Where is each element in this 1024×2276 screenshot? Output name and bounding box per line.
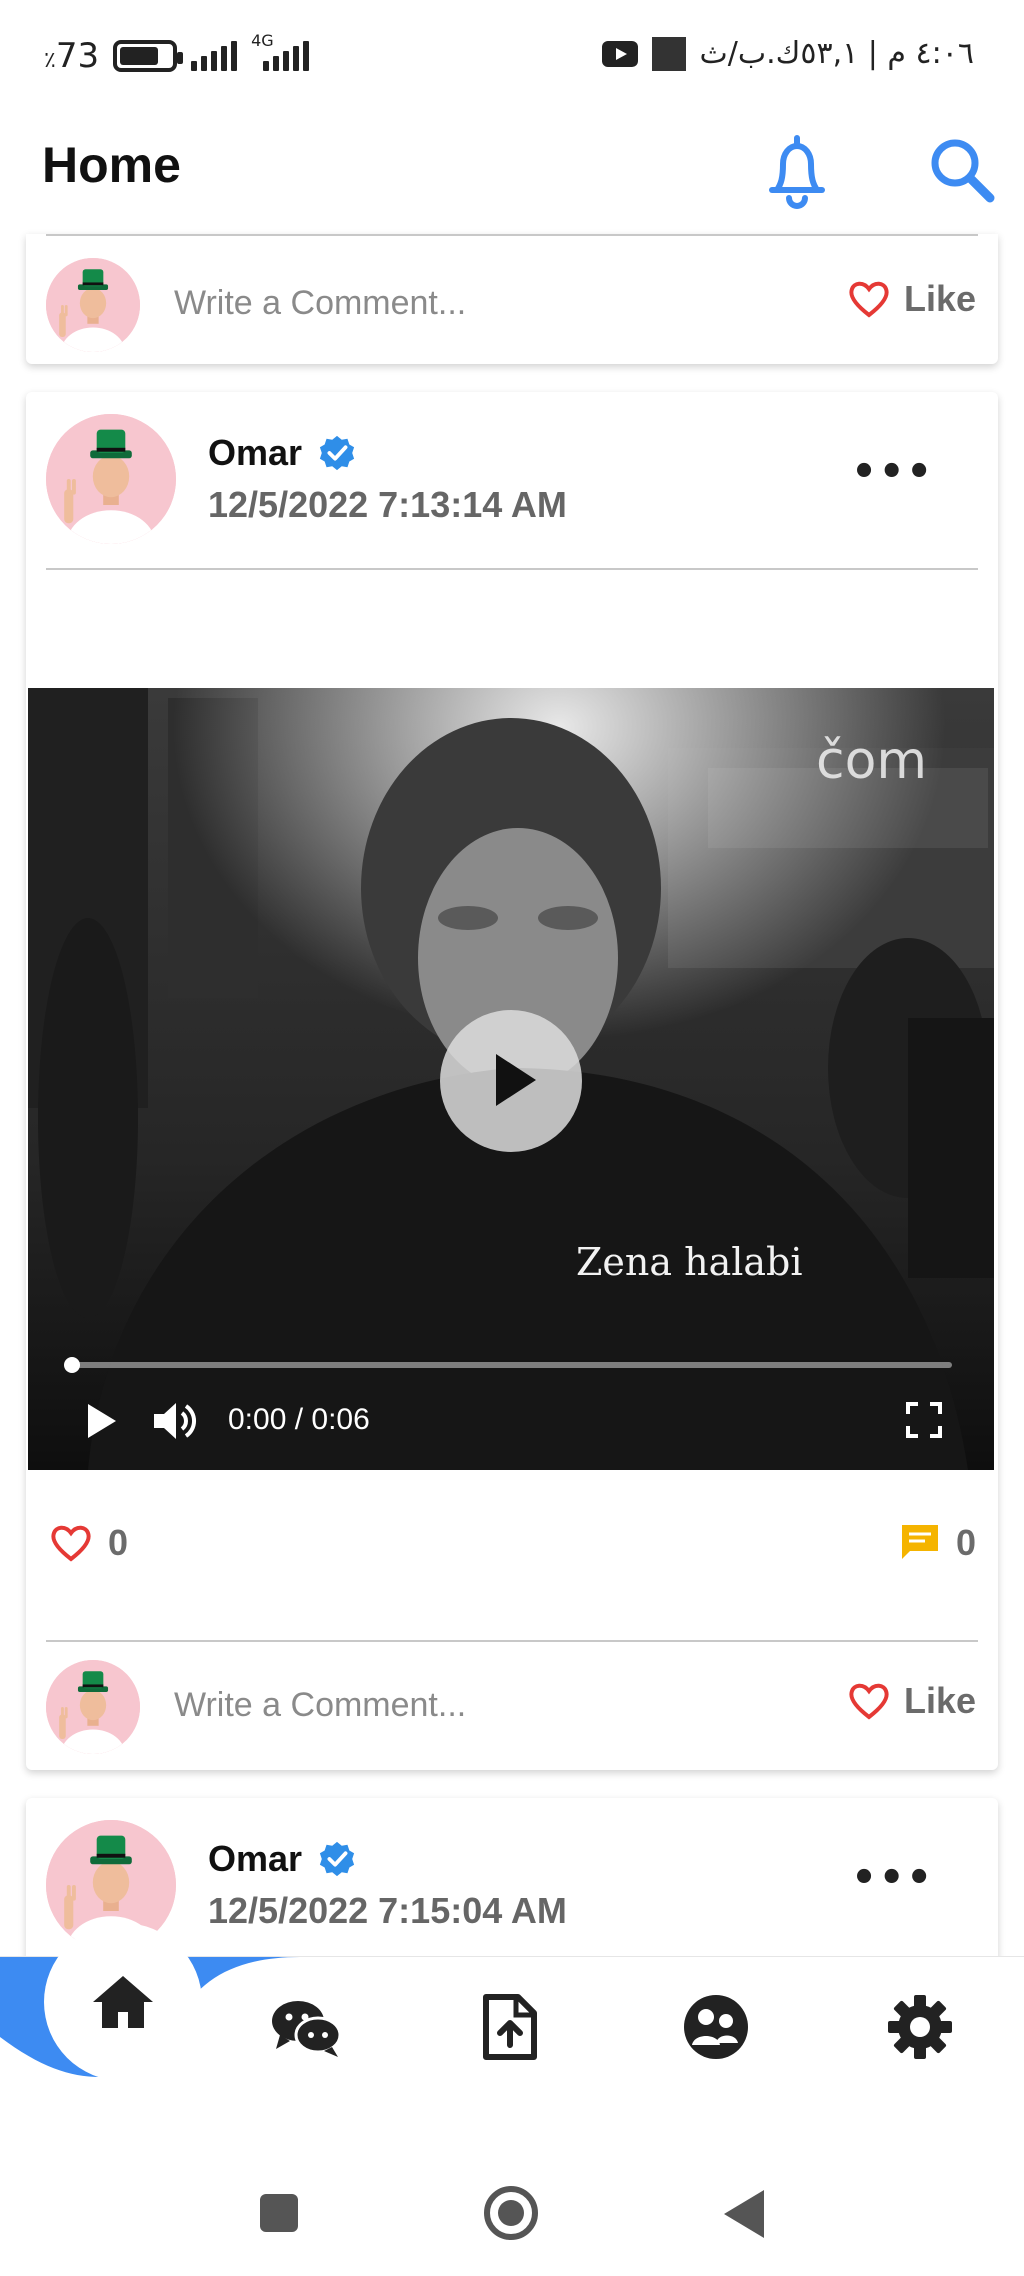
- progress-knob[interactable]: [64, 1357, 80, 1373]
- signal-icon: [191, 41, 238, 71]
- fullscreen-icon[interactable]: [906, 1402, 942, 1438]
- divider: [46, 1640, 978, 1642]
- bell-icon[interactable]: [762, 130, 832, 210]
- more-options-icon[interactable]: •••: [851, 1858, 934, 1898]
- likes-count-button[interactable]: 0: [50, 1522, 128, 1564]
- nav-settings-button[interactable]: [880, 1987, 960, 2067]
- likes-count: 0: [108, 1522, 129, 1563]
- comment-row: Write a Comment... Like: [26, 244, 998, 354]
- author-name-row[interactable]: Omar: [208, 432, 356, 474]
- video-progress-bar[interactable]: [64, 1357, 952, 1373]
- youtube-icon: [601, 40, 638, 67]
- group-icon: [684, 1995, 748, 2059]
- heart-icon: [849, 281, 889, 318]
- post-card-previous: Write a Comment... Like: [26, 234, 998, 364]
- comment-row: Write a Comment... Like: [26, 1646, 998, 1756]
- like-button[interactable]: Like: [848, 1680, 976, 1722]
- mobile-data-icon: 4G: [251, 31, 310, 71]
- back-button[interactable]: [724, 2190, 764, 2238]
- nav-groups-button[interactable]: [676, 1987, 756, 2067]
- home-icon: [93, 1976, 153, 2028]
- more-options-icon[interactable]: •••: [851, 452, 934, 492]
- comment-input[interactable]: Write a Comment...: [174, 1686, 466, 1725]
- like-label: Like: [903, 1680, 976, 1721]
- notification-square-icon: [651, 36, 686, 71]
- chat-icon: [272, 2001, 342, 2057]
- volume-icon[interactable]: [152, 1400, 198, 1442]
- search-icon[interactable]: [922, 130, 1002, 210]
- battery-percent: ٪73: [44, 36, 100, 76]
- comment-input[interactable]: Write a Comment...: [174, 284, 466, 323]
- post-card: Omar 12/5/2022 7:13:14 AM ••• čom: [26, 392, 998, 1770]
- post-stats: 0 0: [26, 1512, 998, 1592]
- author-name: Omar: [208, 432, 303, 473]
- status-bar: ٪73 4G ٤:٠٦ م | ٥٣,١ك.ب/ث: [0, 0, 1024, 112]
- nav-chat-button[interactable]: [266, 1987, 346, 2067]
- recent-apps-button[interactable]: [260, 2194, 298, 2232]
- author-avatar[interactable]: [46, 414, 176, 544]
- upload-file-icon: [483, 1994, 537, 2060]
- system-home-button[interactable]: [484, 2186, 538, 2240]
- status-clock: ٤:٠٦ م | ٥٣,١ك.ب/ث: [699, 36, 975, 71]
- status-left: ٪73 4G: [44, 31, 310, 76]
- comment-icon: [901, 1525, 938, 1559]
- video-player[interactable]: čom Zena halabi 0:00 / 0:06: [28, 688, 994, 1470]
- divider: [46, 568, 978, 570]
- divider: [46, 234, 978, 236]
- bottom-navigation: [0, 1923, 1024, 2086]
- video-caption: Zena halabi: [576, 1240, 803, 1284]
- author-name: Omar: [208, 1838, 303, 1879]
- avatar[interactable]: [46, 1660, 140, 1754]
- system-navigation: [0, 2150, 1024, 2276]
- page-title: Home: [42, 137, 181, 193]
- video-time: 0:00 / 0:06: [228, 1403, 370, 1436]
- video-play-button[interactable]: [440, 1010, 582, 1152]
- battery-icon: [113, 40, 184, 72]
- verified-badge-icon: [319, 1841, 355, 1877]
- heart-icon: [51, 1525, 91, 1562]
- post-timestamp: 12/5/2022 7:13:14 AM: [208, 484, 567, 525]
- settings-icon: [888, 1995, 952, 2059]
- post-timestamp: 12/5/2022 7:15:04 AM: [208, 1890, 567, 1931]
- like-button[interactable]: Like: [848, 278, 976, 320]
- verified-badge-icon: [319, 435, 355, 471]
- app-header: Home: [0, 112, 1024, 234]
- heart-icon: [849, 1683, 889, 1720]
- nav-home-button[interactable]: [44, 1923, 202, 2081]
- avatar[interactable]: [46, 258, 140, 352]
- comments-count: 0: [955, 1522, 976, 1563]
- author-name-row[interactable]: Omar: [208, 1838, 356, 1880]
- comments-count-button[interactable]: 0: [900, 1522, 976, 1564]
- play-icon[interactable]: [88, 1404, 116, 1438]
- status-right: ٤:٠٦ م | ٥٣,١ك.ب/ث: [601, 36, 975, 71]
- like-label: Like: [903, 278, 976, 319]
- nav-upload-button[interactable]: [470, 1987, 550, 2067]
